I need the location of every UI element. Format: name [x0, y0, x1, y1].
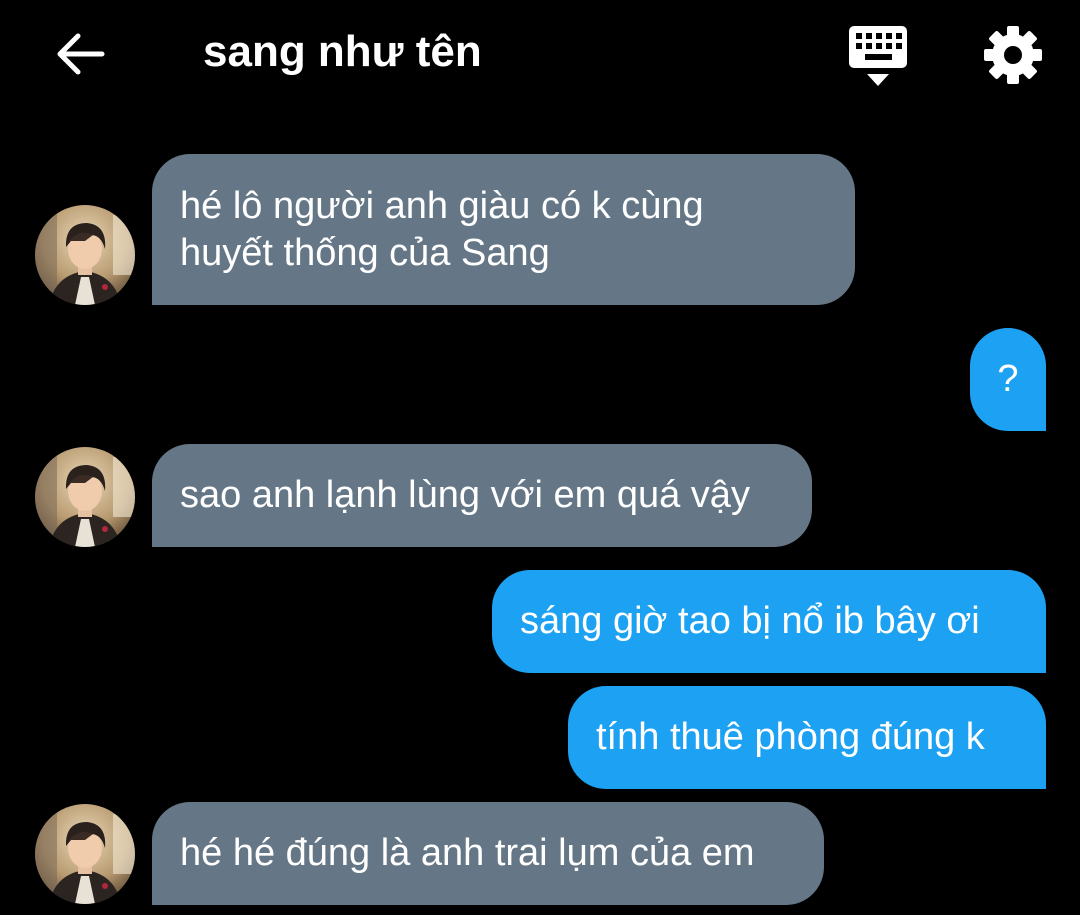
avatar[interactable] — [35, 447, 135, 547]
keyboard-icon — [849, 26, 907, 86]
back-button[interactable] — [50, 24, 110, 84]
message-text: hé hé đúng là anh trai lụm của em — [180, 832, 755, 874]
avatar-image — [35, 447, 135, 547]
message-bubble-sent[interactable]: ? — [970, 328, 1046, 431]
message-bubble-received[interactable]: hé hé đúng là anh trai lụm của em — [152, 802, 824, 905]
avatar[interactable] — [35, 804, 135, 904]
gear-icon — [984, 26, 1042, 84]
message-text: sáng giờ tao bị nổ ib bây ơi — [520, 600, 980, 642]
conversation-title: sang như tên — [203, 27, 482, 76]
message-text: hé lô người anh giàu có k cùng huyết thố… — [180, 184, 704, 274]
settings-button[interactable] — [980, 22, 1046, 88]
arrow-left-icon — [57, 33, 105, 75]
avatar-image — [35, 804, 135, 904]
avatar[interactable] — [35, 205, 135, 305]
avatar-image — [35, 205, 135, 305]
message-bubble-received[interactable]: hé lô người anh giàu có k cùng huyết thố… — [152, 154, 855, 305]
message-text: ? — [997, 358, 1019, 400]
message-bubble-received[interactable]: sao anh lạnh lùng với em quá vậy — [152, 444, 812, 547]
message-text: sao anh lạnh lùng với em quá vậy — [180, 474, 750, 516]
keyboard-button[interactable] — [845, 24, 911, 88]
chat-header: sang như tên — [0, 0, 1080, 110]
message-text: tính thuê phòng đúng k — [596, 716, 985, 758]
message-bubble-sent[interactable]: sáng giờ tao bị nổ ib bây ơi — [492, 570, 1046, 673]
message-bubble-sent[interactable]: tính thuê phòng đúng k — [568, 686, 1046, 789]
